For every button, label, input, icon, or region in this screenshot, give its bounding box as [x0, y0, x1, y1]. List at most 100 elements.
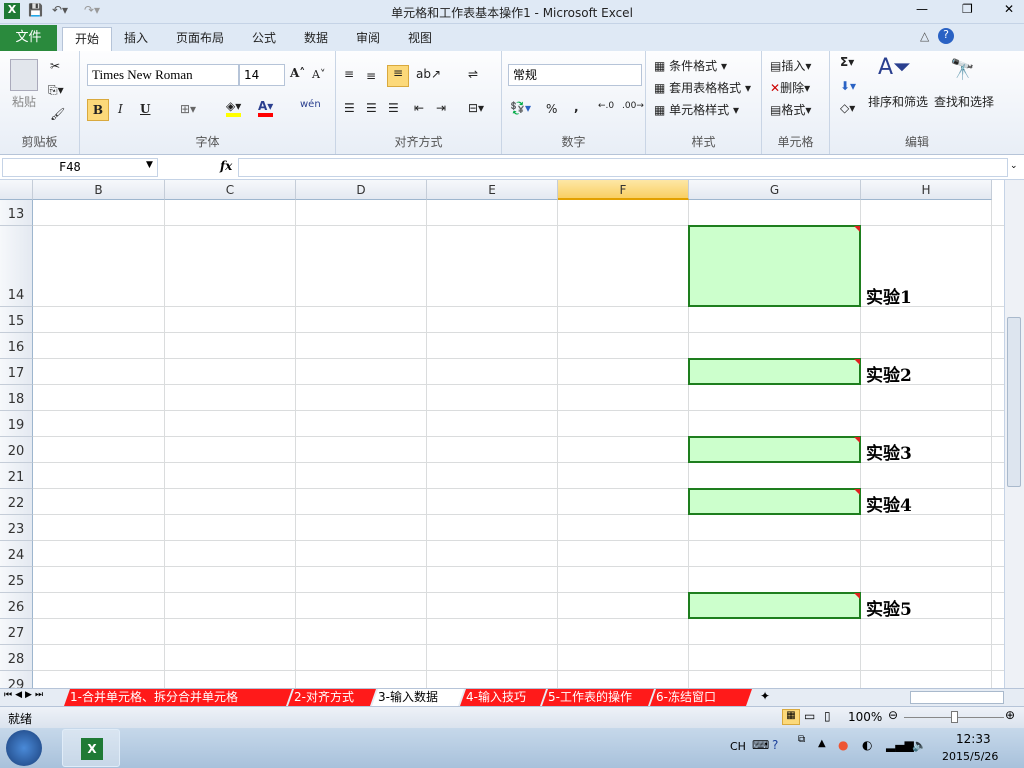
tab-view[interactable]: 视图: [396, 27, 444, 51]
insert-sheet-icon[interactable]: ✦: [760, 689, 770, 703]
zoom-in-icon[interactable]: ⊕: [1005, 708, 1015, 722]
accounting-format-icon[interactable]: 💱▾: [510, 101, 531, 115]
experiment-label[interactable]: 实验5: [866, 595, 912, 620]
sheet-tab[interactable]: 4-输入技巧: [460, 689, 546, 706]
taskbar-excel-button[interactable]: X: [62, 729, 120, 767]
sheet-nav-icons[interactable]: ⏮◀▶⏭: [4, 690, 46, 700]
copy-icon[interactable]: ⎘▾: [48, 83, 64, 98]
row-header[interactable]: 26: [0, 593, 33, 619]
align-left-icon[interactable]: ☰: [344, 101, 355, 115]
fill-color-icon[interactable]: ◈▾: [226, 99, 242, 117]
format-cells-button[interactable]: ▤格式▾: [770, 101, 811, 118]
merge-center-icon[interactable]: ⊟▾: [468, 101, 484, 115]
tab-home[interactable]: 开始: [62, 27, 113, 51]
row-header[interactable]: 24: [0, 541, 33, 567]
sheet-tab[interactable]: 6-冻结窗口: [650, 689, 752, 706]
expand-formula-icon[interactable]: ⌄: [1010, 161, 1018, 171]
green-cell[interactable]: [688, 358, 861, 385]
security-tray-icon[interactable]: ●: [838, 738, 848, 752]
normal-view-icon[interactable]: ▦: [782, 709, 800, 725]
row-header[interactable]: 28: [0, 645, 33, 671]
wrap-text-icon[interactable]: ⇌: [468, 67, 478, 81]
row-header[interactable]: 17: [0, 359, 33, 385]
row-header[interactable]: 15: [0, 307, 33, 333]
tab-formulas[interactable]: 公式: [240, 27, 288, 51]
green-cell[interactable]: [688, 225, 861, 307]
name-box[interactable]: F48: [2, 158, 158, 177]
phonetic-icon[interactable]: wén: [300, 99, 321, 110]
page-break-view-icon[interactable]: ▯: [824, 709, 831, 723]
help-tray-icon[interactable]: ?: [772, 738, 778, 752]
sheet-tab[interactable]: 2-对齐方式: [288, 689, 376, 706]
fill-icon[interactable]: ⬇▾: [840, 79, 856, 93]
network-icon[interactable]: ▂▄▆: [886, 738, 914, 752]
horizontal-scrollbar[interactable]: [910, 691, 1004, 704]
zoom-out-icon[interactable]: ⊖: [888, 708, 898, 722]
green-cell[interactable]: [688, 592, 861, 619]
comma-button[interactable]: ,: [574, 100, 579, 114]
sheet-tab[interactable]: 5-工作表的操作: [542, 689, 654, 706]
grow-font-icon[interactable]: A˄: [290, 66, 305, 80]
format-painter-icon[interactable]: 🖌: [50, 107, 65, 121]
green-cell[interactable]: [688, 436, 861, 463]
ribbon-collapse-icon[interactable]: △: [920, 29, 929, 43]
row-header[interactable]: 14: [0, 226, 33, 307]
align-top-icon[interactable]: ≡: [344, 67, 354, 81]
clock-time[interactable]: 12:33: [956, 732, 991, 746]
zoom-slider-thumb[interactable]: [951, 711, 958, 723]
increase-decimal-icon[interactable]: ←.0: [598, 101, 614, 111]
font-size-select[interactable]: 14: [239, 64, 285, 86]
column-header[interactable]: H: [861, 180, 992, 200]
experiment-label[interactable]: 实验4: [866, 491, 912, 516]
experiment-label[interactable]: 实验1: [866, 283, 912, 308]
tab-review[interactable]: 审阅: [344, 27, 392, 51]
format-as-table-button[interactable]: ▦ 套用表格格式 ▾: [654, 79, 751, 96]
zoom-level[interactable]: 100%: [848, 710, 882, 724]
row-header[interactable]: 27: [0, 619, 33, 645]
tab-insert[interactable]: 插入: [112, 27, 160, 51]
column-header[interactable]: G: [689, 180, 861, 200]
name-box-dropdown-icon[interactable]: ▼: [146, 160, 153, 170]
conditional-format-button[interactable]: ▦ 条件格式 ▾: [654, 57, 727, 74]
shrink-font-icon[interactable]: A˅: [312, 68, 325, 81]
paste-icon[interactable]: [10, 59, 38, 91]
sort-filter-icon[interactable]: A⏷: [878, 55, 911, 80]
column-header[interactable]: F: [558, 180, 689, 200]
scroll-thumb[interactable]: [1007, 317, 1021, 487]
borders-icon[interactable]: ⊞▾: [180, 102, 196, 116]
align-center-icon[interactable]: ☰: [366, 101, 377, 115]
worksheet-grid[interactable]: B C D E F G H 13 14 15 16 17 18 19 20 21 22 23 24 25 26 27 28 2…: [0, 180, 1004, 688]
underline-button[interactable]: U: [140, 102, 150, 116]
number-format-select[interactable]: 常规: [508, 64, 642, 86]
font-name-select[interactable]: Times New Roman: [87, 64, 239, 86]
row-header[interactable]: 19: [0, 411, 33, 437]
align-bottom-icon[interactable]: ≡: [387, 65, 409, 87]
percent-button[interactable]: %: [546, 102, 557, 116]
sort-filter-button[interactable]: 排序和筛选: [868, 93, 928, 110]
decrease-decimal-icon[interactable]: .00→: [622, 101, 644, 111]
tab-page-layout[interactable]: 页面布局: [164, 27, 236, 51]
cell-styles-button[interactable]: ▦ 单元格样式 ▾: [654, 101, 739, 118]
window-tray-icon[interactable]: ⧉: [798, 734, 805, 745]
row-header[interactable]: 21: [0, 463, 33, 489]
green-cell[interactable]: [688, 488, 861, 515]
experiment-label[interactable]: 实验3: [866, 439, 912, 464]
restore-button[interactable]: ❐: [962, 2, 973, 16]
page-layout-view-icon[interactable]: ▭: [804, 709, 815, 723]
align-middle-icon[interactable]: ≡: [366, 69, 376, 83]
start-button[interactable]: [6, 730, 42, 766]
select-all-corner[interactable]: [0, 180, 33, 200]
insert-function-button[interactable]: fx: [220, 159, 232, 173]
keyboard-icon[interactable]: ⌨: [752, 738, 769, 752]
font-color-icon[interactable]: A▾: [258, 99, 274, 117]
row-header[interactable]: 18: [0, 385, 33, 411]
tab-data[interactable]: 数据: [292, 27, 340, 51]
experiment-label[interactable]: 实验2: [866, 361, 912, 386]
find-select-button[interactable]: 查找和选择: [934, 93, 994, 110]
row-header[interactable]: 22: [0, 489, 33, 515]
column-header[interactable]: D: [296, 180, 427, 200]
column-header[interactable]: B: [33, 180, 165, 200]
find-select-icon[interactable]: 🔭: [950, 57, 975, 81]
minimize-button[interactable]: —: [916, 2, 928, 16]
row-header[interactable]: 16: [0, 333, 33, 359]
